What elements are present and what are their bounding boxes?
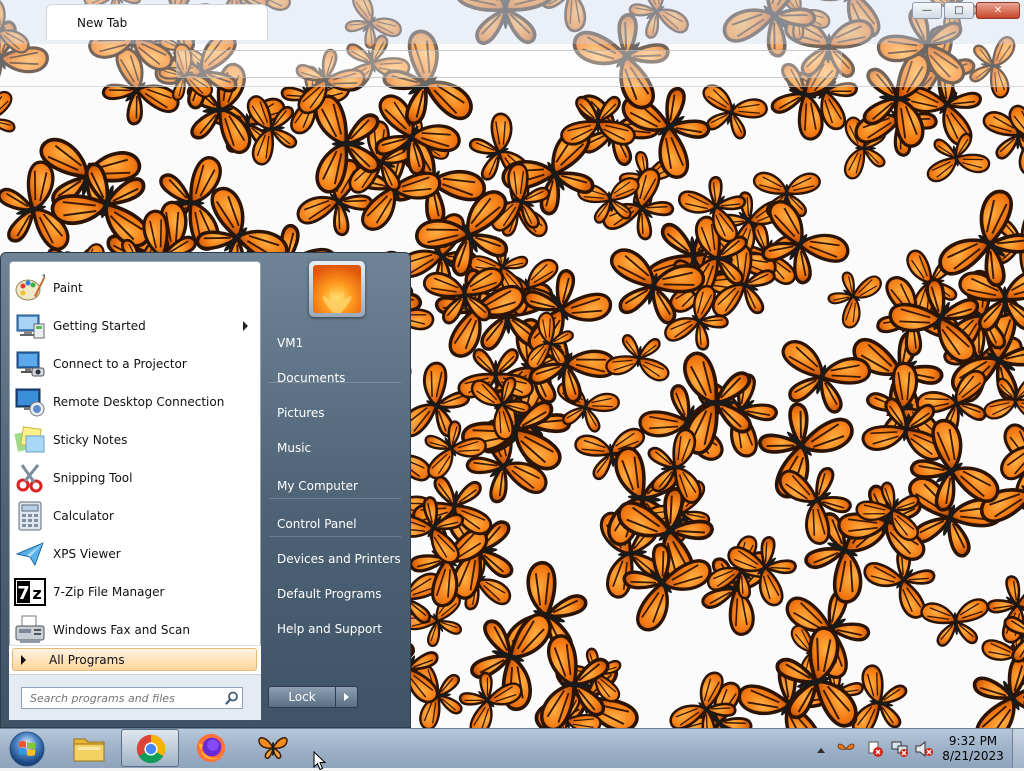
browser-window: New Tab — □ ✕ <box>0 0 1024 87</box>
flower-image <box>313 265 361 313</box>
restore-icon: □ <box>954 5 964 16</box>
start-menu-item[interactable]: Paint <box>12 270 258 306</box>
start-menu-item-label: Calculator <box>53 509 114 523</box>
start-menu-item[interactable]: Windows Fax and Scan <box>12 612 258 648</box>
search-area <box>9 674 261 720</box>
taskbar: 9:32 PM 8/21/2023 <box>0 728 1024 768</box>
getting-started-icon <box>14 310 46 342</box>
action-center-error-icon[interactable] <box>866 740 884 758</box>
start-menu-link[interactable]: Devices and Printers <box>267 545 403 573</box>
remote-desktop-icon <box>14 386 46 418</box>
start-menu-programs-pane: Paint Getting Started Connect to a Project… <box>9 261 261 645</box>
minimize-button[interactable]: — <box>912 2 942 19</box>
paint-icon <box>14 272 46 304</box>
start-menu-item-label: Sticky Notes <box>53 433 128 447</box>
sticky-notes-icon <box>14 424 46 456</box>
start-menu-link[interactable]: Pictures <box>267 399 403 427</box>
browser-toolbar <box>0 44 1024 87</box>
browser-tab-title: New Tab <box>77 16 128 30</box>
show-hidden-icons-icon[interactable] <box>816 746 826 754</box>
start-menu-link[interactable]: VM1 <box>267 329 403 357</box>
start-menu-item-label: 7-Zip File Manager <box>53 585 165 599</box>
all-programs-button[interactable]: All Programs <box>9 646 261 674</box>
xps-viewer-icon <box>14 538 46 570</box>
search-input[interactable] <box>21 687 243 709</box>
system-clock[interactable]: 9:32 PM 8/21/2023 <box>928 734 1018 764</box>
fax-scan-icon <box>14 614 46 646</box>
lock-button[interactable]: Lock <box>268 686 336 708</box>
network-disconnected-icon[interactable] <box>890 740 910 758</box>
show-desktop-button[interactable] <box>1012 729 1024 768</box>
butterfly-tray-icon[interactable] <box>837 742 855 756</box>
start-menu-item-label: Windows Fax and Scan <box>53 623 191 637</box>
start-menu-item-label: Remote Desktop Connection <box>53 395 225 409</box>
submenu-arrow-icon[interactable] <box>243 321 248 331</box>
minimize-icon: — <box>922 5 932 16</box>
start-menu-item-label: XPS Viewer <box>53 547 121 561</box>
start-menu-item-label: Paint <box>53 281 83 295</box>
svg-text:z: z <box>32 584 41 603</box>
mouse-pointer-icon <box>313 751 327 771</box>
close-icon: ✕ <box>993 5 1003 16</box>
triangle-right-icon <box>21 655 26 665</box>
start-menu-item[interactable]: 7 z 7-Zip File Manager <box>12 574 258 610</box>
taskbar-button-chrome[interactable] <box>121 729 179 767</box>
start-menu-item[interactable]: Calculator <box>12 498 258 534</box>
shutdown-options-arrow[interactable] <box>336 686 358 708</box>
taskbar-button-butterflies[interactable] <box>244 729 302 767</box>
window-controls: — □ ✕ <box>910 2 1020 19</box>
separator <box>269 536 401 537</box>
7zip-icon: 7z <box>14 576 46 608</box>
start-menu-item[interactable]: Snipping Tool <box>12 460 258 496</box>
clock-date: 8/21/2023 <box>942 749 1004 763</box>
chrome-icon <box>134 734 168 764</box>
start-menu: Paint Getting Started Connect to a Project… <box>0 252 411 728</box>
folder-icon <box>72 733 106 763</box>
lock-button-label: Lock <box>288 690 316 704</box>
close-button[interactable]: ✕ <box>976 2 1020 19</box>
search-icon[interactable] <box>225 691 239 705</box>
start-menu-link[interactable]: Music <box>267 434 403 462</box>
butterfly-icon <box>256 733 290 763</box>
start-menu-link[interactable]: Documents <box>267 364 403 392</box>
start-menu-item-label: Connect to a Projector <box>53 357 187 371</box>
separator <box>269 498 401 499</box>
snipping-tool-icon <box>14 462 46 494</box>
start-button[interactable] <box>2 729 46 769</box>
start-menu-item-label: Snipping Tool <box>53 471 133 485</box>
all-programs-label: All Programs <box>49 653 125 667</box>
start-menu-link[interactable]: My Computer <box>267 472 403 500</box>
clock-time: 9:32 PM <box>948 734 998 748</box>
projector-icon <box>14 348 46 380</box>
taskbar-button-firefox[interactable] <box>182 729 240 767</box>
firefox-icon <box>194 733 228 763</box>
user-picture[interactable] <box>309 261 365 317</box>
start-menu-item[interactable]: Sticky Notes <box>12 422 258 458</box>
start-menu-item-label: Getting Started <box>53 319 146 333</box>
browser-tab[interactable]: New Tab <box>46 4 268 40</box>
maximize-button[interactable]: □ <box>944 2 974 19</box>
address-bar[interactable] <box>176 50 842 78</box>
start-menu-item[interactable]: Getting Started <box>12 308 258 344</box>
start-menu-link[interactable]: Default Programs <box>267 580 403 608</box>
start-menu-link[interactable]: Help and Support <box>267 615 403 643</box>
svg-text:7: 7 <box>17 583 30 604</box>
calculator-icon <box>14 500 46 532</box>
taskbar-button-file-explorer[interactable] <box>60 729 118 767</box>
start-menu-item[interactable]: Connect to a Projector <box>12 346 258 382</box>
separator <box>269 382 401 383</box>
start-menu-item[interactable]: Remote Desktop Connection <box>12 384 258 420</box>
start-menu-item[interactable]: XPS Viewer <box>12 536 258 572</box>
start-menu-link[interactable]: Control Panel <box>267 510 403 538</box>
